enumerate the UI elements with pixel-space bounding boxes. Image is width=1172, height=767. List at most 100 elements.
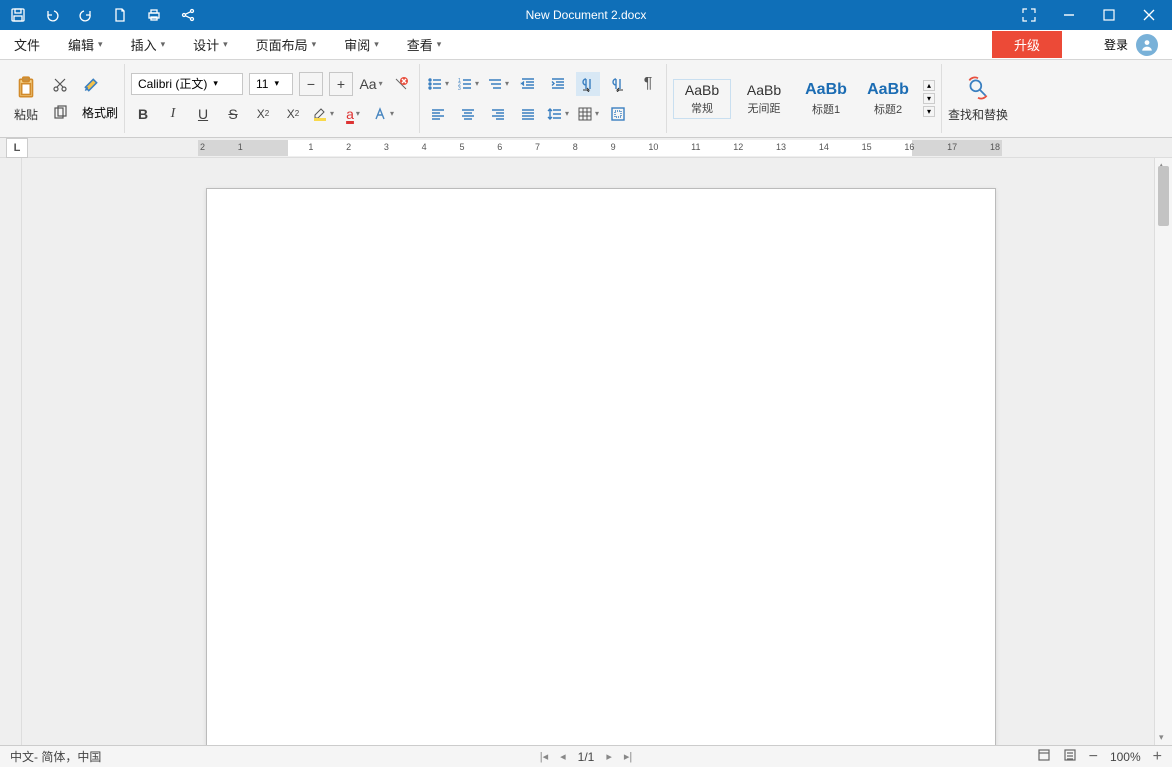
language-status[interactable]: 中文- 简体，中国 [10,748,101,765]
print-layout-view-icon[interactable] [1037,748,1051,765]
bullet-list-icon[interactable]: ▾ [426,72,450,96]
zoom-level[interactable]: 100% [1110,750,1141,764]
share-icon[interactable] [180,7,196,23]
align-right-icon[interactable] [486,102,510,126]
last-page-icon[interactable]: ▸| [624,750,632,763]
superscript-icon[interactable]: X2 [281,102,305,126]
next-page-icon[interactable]: ▸ [606,750,612,763]
subscript-icon[interactable]: X2 [251,102,275,126]
bold-icon[interactable]: B [131,102,155,126]
scrollbar-thumb[interactable] [1158,166,1169,226]
change-case-icon[interactable]: Aa▾ [359,72,383,96]
style-gallery-expand-icon[interactable]: ▾ [923,106,935,117]
multilevel-list-icon[interactable]: ▾ [486,72,510,96]
italic-icon[interactable]: I [161,102,185,126]
ruler-tick: 7 [535,142,540,152]
vertical-ruler[interactable] [0,158,22,745]
first-page-icon[interactable]: |◂ [540,750,548,763]
menu-view[interactable]: 查看▾ [407,35,442,54]
avatar-icon[interactable] [1136,34,1158,56]
font-size-combo[interactable]: 11▾ [249,73,293,95]
cut-icon[interactable] [48,73,72,97]
document-page[interactable] [206,188,996,745]
style-heading2[interactable]: AaBb 标题2 [859,78,917,120]
group-styles: AaBb 常规 AaBb 无间距 AaBb 标题1 AaBb 标题2 ▴ ▾ ▾ [667,64,942,133]
increase-indent-icon[interactable] [546,72,570,96]
undo-icon[interactable] [44,7,60,23]
vertical-scrollbar[interactable]: ▴ ▾ [1154,158,1172,745]
style-nospacing-label: 无间距 [748,100,781,116]
borders-icon[interactable] [606,102,630,126]
paragraph-mark-icon[interactable]: ¶ [636,72,660,96]
ruler-tick: 9 [611,142,616,152]
zoom-in-icon[interactable]: + [1153,748,1162,766]
highlight-color-icon[interactable]: ▾ [311,102,335,126]
chevron-down-icon: ▾ [223,39,228,50]
increase-font-icon[interactable]: + [329,72,353,96]
find-replace-button[interactable]: 查找和替换 [948,74,1008,123]
align-justify-icon[interactable] [516,102,540,126]
menu-design[interactable]: 设计▾ [193,35,228,54]
fullscreen-icon[interactable] [1022,8,1036,22]
minimize-icon[interactable] [1062,8,1076,22]
font-name-combo[interactable]: Calibri (正文)▾ [131,73,243,95]
style-heading1[interactable]: AaBb 标题1 [797,78,855,120]
line-spacing-icon[interactable]: ▾ [546,102,570,126]
title-bar: New Document 2.docx [0,0,1172,30]
menu-layout[interactable]: 页面布局▾ [256,35,317,54]
align-center-icon[interactable] [456,102,480,126]
login-label[interactable]: 登录 [1104,36,1128,53]
decrease-indent-icon[interactable] [516,72,540,96]
menu-insert[interactable]: 插入▾ [131,35,166,54]
ruler-tick: 16 [904,142,914,152]
text-effects-icon[interactable]: ▾ [371,102,395,126]
group-font: Calibri (正文)▾ 11▾ − + Aa▾ B I U S X2 X2 … [125,64,420,133]
ltr-direction-icon[interactable] [576,72,600,96]
clear-format-icon[interactable] [389,72,413,96]
ruler-tick: 5 [459,142,464,152]
chevron-down-icon: ▾ [98,39,103,50]
number-list-icon[interactable]: 123▾ [456,72,480,96]
strikethrough-icon[interactable]: S [221,102,245,126]
rtl-direction-icon[interactable] [606,72,630,96]
ruler-tick: 2 [200,142,205,152]
scroll-down-icon[interactable]: ▾ [1159,732,1164,743]
redo-icon[interactable] [78,7,94,23]
print-icon[interactable] [146,7,162,23]
menu-edit[interactable]: 编辑▾ [68,35,103,54]
style-normal[interactable]: AaBb 常规 [673,79,731,119]
paste-button[interactable]: 粘贴 [12,74,40,123]
ribbon: 粘贴 格式刷 Calibri (正文)▾ 11▾ − + Aa▾ B [0,60,1172,138]
ruler-tick: 8 [573,142,578,152]
maximize-icon[interactable] [1102,8,1116,22]
style-heading1-label: 标题1 [812,101,840,117]
shading-icon[interactable]: ▾ [576,102,600,126]
style-scroll-up-icon[interactable]: ▴ [923,80,935,91]
zoom-out-icon[interactable]: − [1089,748,1098,766]
document-title: New Document 2.docx [526,8,647,22]
prev-page-icon[interactable]: ◂ [560,750,566,763]
ruler-tick: 13 [776,142,786,152]
align-left-icon[interactable] [426,102,450,126]
new-doc-icon[interactable] [112,7,128,23]
horizontal-ruler[interactable]: 21123456789101112131415161718 [198,140,1002,156]
menu-file[interactable]: 文件 [14,35,40,54]
font-color-icon[interactable]: a▾ [341,102,365,126]
status-right: − 100% + [1037,748,1162,766]
decrease-font-icon[interactable]: − [299,72,323,96]
copy-icon[interactable] [48,101,72,125]
style-heading1-preview: AaBb [805,81,847,99]
chevron-down-icon: ▾ [374,39,379,50]
tab-stop-selector[interactable]: L [6,138,28,158]
outline-view-icon[interactable] [1063,748,1077,765]
menu-insert-label: 插入 [131,35,157,54]
save-icon[interactable] [10,7,26,23]
style-no-spacing[interactable]: AaBb 无间距 [735,79,793,119]
upgrade-button[interactable]: 升级 [992,31,1062,58]
menu-review[interactable]: 审阅▾ [344,35,379,54]
style-normal-preview: AaBb [685,82,719,98]
format-painter-button[interactable] [82,76,100,94]
close-icon[interactable] [1142,8,1156,22]
style-scroll-down-icon[interactable]: ▾ [923,93,935,104]
underline-icon[interactable]: U [191,102,215,126]
